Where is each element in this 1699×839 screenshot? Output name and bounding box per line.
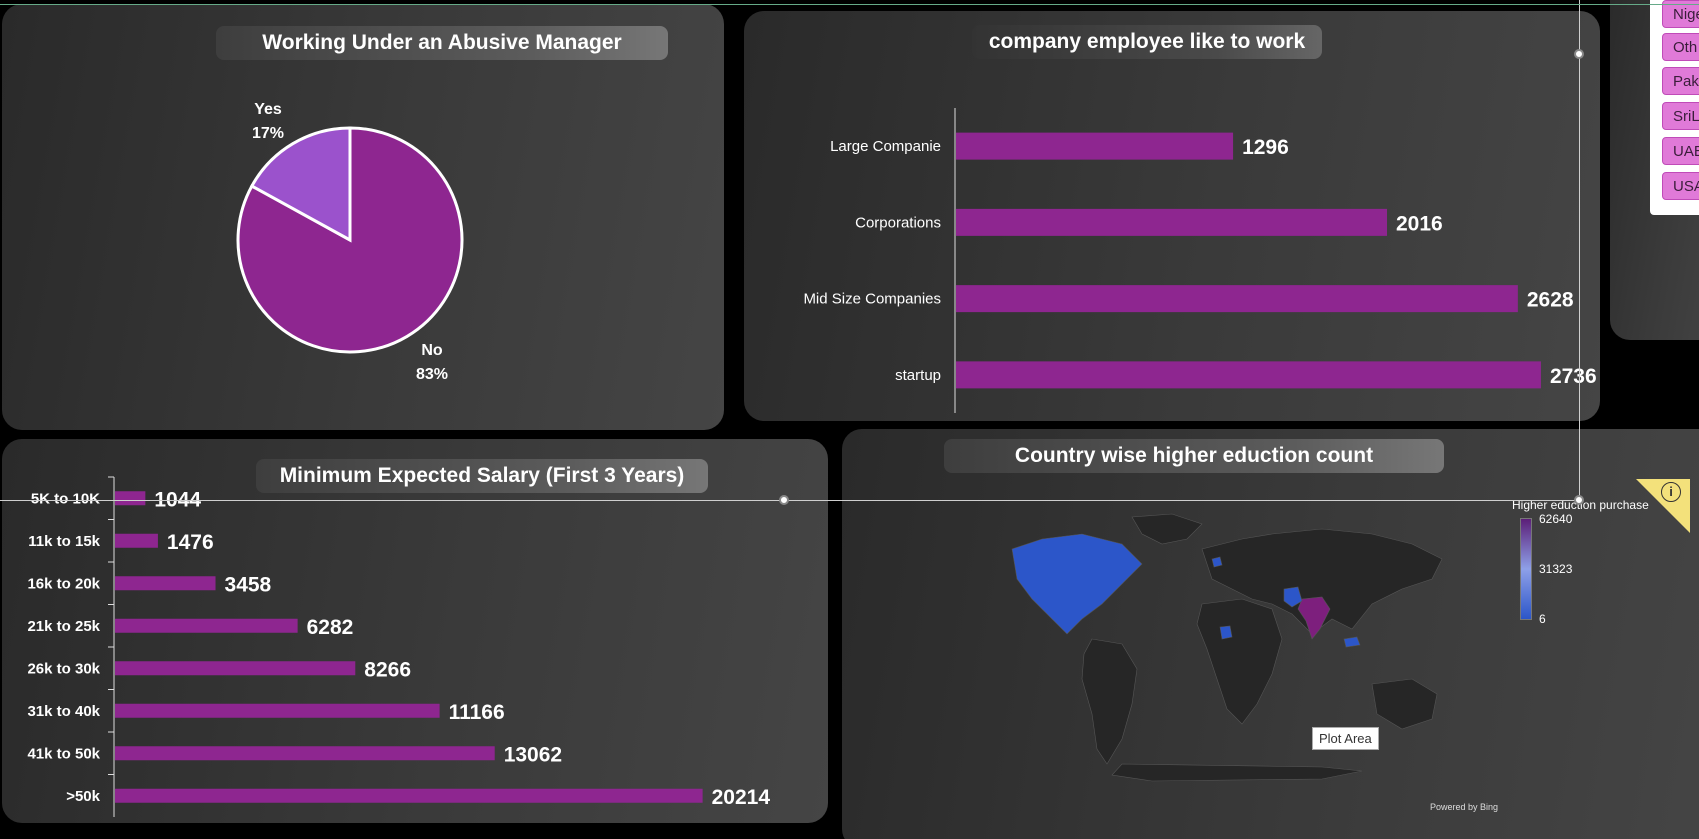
salary-value-label: 20214 [712, 786, 771, 809]
company-category-label: startup [895, 367, 941, 384]
salary-bar [115, 533, 158, 548]
map-landmass [1011, 533, 1143, 635]
pie-label-yes: Yes [254, 101, 282, 118]
salary-category-label: 11k to 15k [28, 533, 100, 550]
company-bar [956, 132, 1234, 160]
higher-education-map-panel[interactable]: Country wise higher eduction count Highe… [842, 429, 1699, 839]
salary-value-label: 8266 [364, 658, 411, 681]
abusive-manager-panel[interactable]: Working Under an Abusive Manager Yes 17% N… [2, 4, 724, 430]
slicer-item-uae[interactable]: UAE [1662, 137, 1699, 165]
selection-handle-top[interactable] [1574, 49, 1584, 59]
salary-value-label: 3458 [225, 573, 272, 596]
salary-value-label: 6282 [307, 616, 354, 639]
map-country-malaysia [1343, 636, 1361, 648]
company-category-label: Corporations [855, 214, 941, 231]
map-legend-gradient [1520, 518, 1532, 620]
slicer-item-srilanka[interactable]: SriL [1662, 102, 1699, 130]
salary-value-label: 1476 [167, 531, 214, 554]
map-country-europe [1211, 556, 1223, 568]
company-value-label: 2736 [1550, 365, 1597, 388]
salary-bar [115, 703, 440, 718]
expected-salary-bar-chart[interactable]: 5K to 10K 104411k to 15k 147616k to 20k 345… [2, 439, 828, 823]
map-legend-min: 6 [1539, 612, 1546, 626]
salary-category-label: 26k to 30k [27, 660, 100, 677]
company-value-label: 2016 [1396, 212, 1443, 235]
world-map[interactable] [972, 509, 1492, 789]
selection-handle-corner[interactable] [1574, 495, 1584, 505]
company-bar [956, 361, 1541, 389]
salary-bar [115, 491, 146, 506]
company-bar [956, 285, 1518, 313]
map-landmass [1371, 678, 1438, 730]
abusive-manager-pie-chart[interactable]: Yes 17% No 83% [2, 4, 724, 430]
map-legend-max: 62640 [1539, 512, 1573, 526]
company-value-label: 1296 [1242, 136, 1289, 159]
salary-category-label: 41k to 50k [27, 745, 100, 762]
company-bar [956, 208, 1388, 236]
company-preference-bar-chart[interactable]: Large Companie 1296 Corporations 2016 Mid Si… [744, 11, 1600, 421]
dashboard: Working Under an Abusive Manager Yes 17% N… [0, 0, 1699, 839]
pie-pct-no: 83% [416, 366, 448, 383]
expected-salary-panel[interactable]: Minimum Expected Salary (First 3 Years) … [2, 439, 828, 823]
map-landmass [1081, 638, 1138, 765]
map-legend-mid: 31323 [1539, 562, 1573, 576]
salary-bar [115, 746, 495, 761]
pie-label-no: No [421, 342, 443, 359]
salary-value-label: 13062 [504, 743, 562, 766]
company-category-label: Mid Size Companies [803, 291, 941, 308]
company-category-label: Large Companie [830, 138, 941, 155]
powered-by-bing: Powered by Bing [1430, 802, 1499, 812]
salary-bar [115, 576, 216, 591]
info-icon[interactable]: i [1661, 482, 1681, 502]
plot-area-tooltip: Plot Area [1312, 727, 1379, 750]
salary-category-label: 16k to 20k [27, 575, 100, 592]
selection-handle-mid[interactable] [779, 495, 789, 505]
salary-bar [115, 661, 356, 676]
salary-bar [115, 788, 703, 803]
pie-pct-yes: 17% [252, 125, 284, 142]
map-landmass [1196, 598, 1283, 725]
selection-guide-horizontal [0, 500, 1580, 501]
salary-category-label: >50k [66, 788, 100, 805]
salary-category-label: 31k to 40k [27, 703, 100, 720]
map-country-nigeria [1219, 625, 1233, 640]
selection-guide-top [0, 4, 1699, 5]
slicer-item-usa[interactable]: USA [1662, 172, 1699, 200]
salary-bar [115, 618, 298, 633]
selection-guide-vertical [1579, 0, 1580, 500]
company-value-label: 2628 [1527, 289, 1574, 312]
salary-category-label: 5K to 10K [31, 490, 100, 507]
salary-category-label: 21k to 25k [27, 618, 100, 635]
slicer-item-pakistan[interactable]: Pak [1662, 67, 1699, 95]
higher-education-map-title: Country wise higher eduction count [944, 439, 1444, 473]
map-landmass [1111, 763, 1363, 782]
salary-value-label: 11166 [449, 701, 505, 724]
company-preference-panel[interactable]: company employee like to work Large Comp… [744, 11, 1600, 421]
slicer-item-other[interactable]: Oth [1662, 33, 1699, 61]
map-landmass [1131, 513, 1203, 545]
